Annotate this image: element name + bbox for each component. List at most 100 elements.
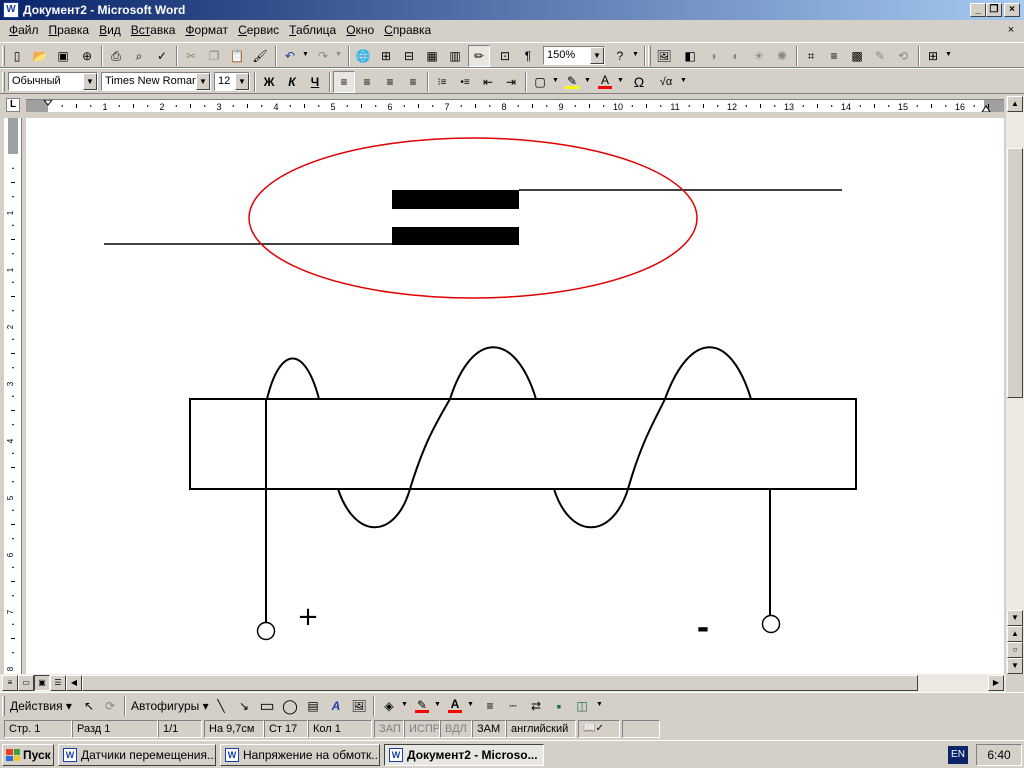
line-tool-icon[interactable]: ╲ <box>210 695 232 717</box>
print-view-button[interactable]: ▣ <box>34 675 50 691</box>
menu-format[interactable]: Формат <box>180 23 233 37</box>
scroll-down-button[interactable]: ▼ <box>1007 610 1023 626</box>
underline-button[interactable]: Ч <box>304 71 326 93</box>
chevron-down-icon[interactable]: ▼ <box>196 73 210 90</box>
line-style-icon[interactable]: ≡ <box>823 45 845 67</box>
permission-icon[interactable]: ⊕ <box>76 45 98 67</box>
free-rotate-icon[interactable]: ⟳ <box>99 695 121 717</box>
status-record[interactable]: ЗАП <box>374 720 404 738</box>
coil-turn-bottom[interactable] <box>553 488 629 529</box>
shadow-style-icon[interactable]: ▪ <box>548 695 570 717</box>
decrease-indent-icon[interactable]: ⇤ <box>477 71 499 93</box>
menu-tools[interactable]: Сервис <box>233 23 284 37</box>
bullets-icon[interactable]: •≡ <box>454 71 476 93</box>
paste-icon[interactable]: 📋 <box>226 45 248 67</box>
horizontal-ruler[interactable]: L 1 2 3 4 5 6 7 8 9 10 11 12 13 14 15 16 <box>0 94 1024 116</box>
font-color-draw-arrow[interactable]: ▼ <box>467 701 475 708</box>
image-control-icon[interactable]: ◧ <box>679 45 701 67</box>
italic-button[interactable]: К <box>281 71 303 93</box>
clipart-icon[interactable]: 🖼 <box>348 695 370 717</box>
more-brightness-icon[interactable]: ☀ <box>748 45 770 67</box>
cut-icon[interactable]: ✂ <box>180 45 202 67</box>
show-formatting-icon[interactable]: ¶ <box>517 45 539 67</box>
previous-page-button[interactable]: ▲ <box>1007 626 1023 642</box>
web-view-button[interactable]: ▭ <box>18 675 34 691</box>
align-left-icon[interactable]: ≡ <box>333 71 355 93</box>
line-color-icon[interactable]: ✎ <box>411 695 433 717</box>
drawing-toolbar-icon[interactable]: ✏ <box>468 45 490 67</box>
scroll-left-button[interactable]: ◀ <box>66 675 82 691</box>
menu-edit[interactable]: Правка <box>44 23 95 37</box>
terminal-right[interactable] <box>761 614 781 634</box>
dash-style-icon[interactable]: ┄ <box>502 695 524 717</box>
chevron-down-icon[interactable]: ▼ <box>83 73 97 90</box>
numbering-icon[interactable]: ⁝≡ <box>431 71 453 93</box>
taskbar-item[interactable]: W Напряжение на обмотк... <box>220 744 380 766</box>
arrow-tool-icon[interactable]: ↘ <box>233 695 255 717</box>
tab-stop-selector[interactable]: L <box>6 98 20 112</box>
first-line-indent-marker[interactable] <box>43 100 53 106</box>
status-extend[interactable]: ВДЛ <box>440 720 472 738</box>
save-icon[interactable]: ▣ <box>52 45 74 67</box>
menu-view[interactable]: Вид <box>94 23 126 37</box>
drawing-options-arrow[interactable]: ▼ <box>596 701 604 708</box>
bold-button[interactable]: Ж <box>258 71 280 93</box>
align-right-icon[interactable]: ≡ <box>379 71 401 93</box>
increase-indent-icon[interactable]: ⇥ <box>500 71 522 93</box>
3d-style-icon[interactable]: ◫ <box>571 695 593 717</box>
menu-table[interactable]: Таблица <box>284 23 341 37</box>
coil-turn-bottom[interactable] <box>337 488 411 529</box>
scroll-thumb[interactable] <box>1007 148 1023 398</box>
help-icon[interactable]: ? <box>609 45 631 67</box>
text-wrapping-icon[interactable]: ▩ <box>846 45 868 67</box>
tables-borders-icon[interactable]: ⊞ <box>375 45 397 67</box>
document-close-button[interactable]: × <box>1004 24 1018 37</box>
toolbar-options-icon[interactable]: ⊞ <box>922 45 944 67</box>
scroll-up-button[interactable]: ▲ <box>1007 96 1023 112</box>
chevron-down-icon[interactable]: ▼ <box>590 47 604 64</box>
undo-icon[interactable]: ↶ <box>279 45 301 67</box>
input-language-indicator[interactable]: EN <box>948 746 968 764</box>
vertical-ruler[interactable]: 1 1 2 3 4 5 6 7 8 <box>4 118 22 676</box>
font-color-dropdown-arrow[interactable]: ▼ <box>617 77 625 84</box>
autoshapes-menu[interactable]: Автофигуры ▾ <box>131 699 209 713</box>
columns-icon[interactable]: ▥ <box>444 45 466 67</box>
line-style-icon[interactable]: ≡ <box>479 695 501 717</box>
wordart-icon[interactable]: A <box>325 695 347 717</box>
start-button[interactable]: Пуск <box>2 744 54 766</box>
print-preview-icon[interactable]: ⌕ <box>128 45 150 67</box>
less-brightness-icon[interactable]: ✺ <box>771 45 793 67</box>
chevron-down-icon[interactable]: ▼ <box>235 73 249 90</box>
document-page[interactable]: + - <box>26 118 1004 676</box>
style-combo[interactable]: Обычный ▼ <box>8 72 98 91</box>
align-center-icon[interactable]: ≡ <box>356 71 378 93</box>
oval-tool-icon[interactable]: ◯ <box>279 695 301 717</box>
highlight-icon[interactable]: ✎ <box>561 71 583 93</box>
borders-dropdown-arrow[interactable]: ▼ <box>552 77 560 84</box>
formula-icon[interactable]: √α <box>653 71 679 93</box>
coil-turn-top[interactable] <box>266 357 320 400</box>
coil-on-core[interactable]: + - <box>189 346 857 646</box>
rectangle-tool-icon[interactable]: ▭ <box>256 695 278 717</box>
font-combo[interactable]: Times New Roman ▼ <box>101 72 211 91</box>
justify-icon[interactable]: ≡ <box>402 71 424 93</box>
zoom-combo[interactable]: 150% ▼ <box>543 46 605 65</box>
normal-view-button[interactable]: ≡ <box>2 675 18 691</box>
fill-color-icon[interactable]: ◈ <box>378 695 400 717</box>
less-contrast-icon[interactable]: ◐ <box>725 45 747 67</box>
menu-file[interactable]: Файл <box>4 23 44 37</box>
close-button[interactable]: × <box>1004 3 1020 17</box>
scroll-right-button[interactable]: ▶ <box>988 675 1004 691</box>
core-rectangle[interactable] <box>189 398 857 490</box>
redo-icon[interactable]: ↷ <box>312 45 334 67</box>
insert-picture-icon[interactable]: 🖼 <box>653 45 675 67</box>
annotation-ellipse[interactable] <box>248 137 698 299</box>
browse-object-button[interactable]: ○ <box>1007 642 1023 658</box>
system-clock[interactable]: 6:40 <box>976 744 1022 766</box>
reset-picture-icon[interactable]: ⟲ <box>892 45 914 67</box>
borders-icon[interactable]: ▢ <box>529 71 551 93</box>
textbox-icon[interactable]: ▤ <box>302 695 324 717</box>
hyperlink-icon[interactable]: 🌐 <box>352 45 374 67</box>
capacitor-plate-top[interactable] <box>392 190 519 209</box>
more-contrast-icon[interactable]: ◑ <box>702 45 724 67</box>
